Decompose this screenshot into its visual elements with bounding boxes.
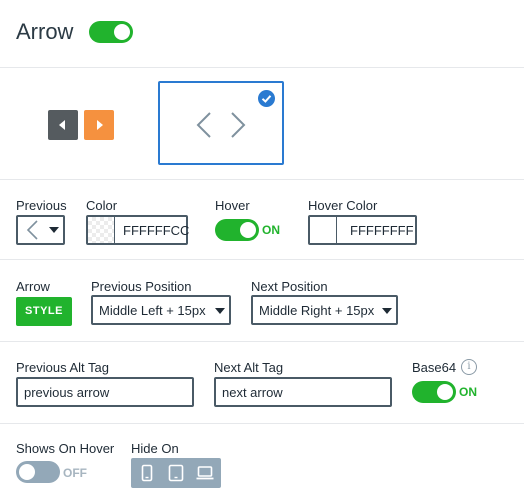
caret-right-icon xyxy=(97,120,103,130)
check-icon xyxy=(258,90,275,107)
color-value: FFFFFFCC xyxy=(123,223,190,238)
toggle-knob xyxy=(437,384,453,400)
color-input[interactable]: FFFFFFCC xyxy=(86,215,190,245)
hover-label: Hover xyxy=(215,198,250,213)
alt-tags-row: Previous Alt Tag previous arrow Next Alt… xyxy=(0,342,524,424)
arrow-label: Arrow xyxy=(16,279,50,294)
previous-position-label: Previous Position xyxy=(91,279,192,294)
base64-label: Base64 xyxy=(412,360,457,375)
previous-alt-label: Previous Alt Tag xyxy=(16,360,109,375)
color-label: Color xyxy=(86,198,118,213)
hover-color-input[interactable]: FFFFFFFF xyxy=(308,215,417,245)
chevron-down-icon xyxy=(215,308,225,314)
arrow-header: Arrow xyxy=(0,0,524,68)
arrow-position-row: Arrow Previous Position Middle Left + 15… xyxy=(0,260,524,342)
chevron-left-icon xyxy=(26,220,38,240)
toggle-knob xyxy=(240,222,256,238)
laptop-icon[interactable] xyxy=(195,463,215,483)
next-position-select[interactable]: Middle Right + 15px xyxy=(251,295,398,325)
arrow-enabled-toggle[interactable] xyxy=(89,21,133,43)
next-position-label: Next Position xyxy=(251,279,328,294)
hide-on-label: Hide On xyxy=(131,441,179,456)
previous-label: Previous xyxy=(16,198,67,213)
previous-position-value: Middle Left + 15px xyxy=(99,303,206,318)
next-alt-value: next arrow xyxy=(222,385,283,400)
hover-toggle[interactable] xyxy=(215,219,259,241)
chevron-down-icon xyxy=(49,227,59,233)
hover-color-label: Hover Color xyxy=(308,198,378,213)
previous-icon-select[interactable] xyxy=(16,215,65,245)
hover-color-swatch[interactable] xyxy=(310,217,337,243)
toggle-knob xyxy=(19,464,35,480)
arrow-style-button[interactable]: STYLE xyxy=(16,297,72,326)
shows-on-hover-state-text: OFF xyxy=(63,466,87,480)
next-position-value: Middle Right + 15px xyxy=(259,303,375,318)
arrow-colors-row: Previous Color FFFFFFCC Hover ON Hover C… xyxy=(0,180,524,260)
chevron-down-icon xyxy=(382,308,392,314)
next-alt-label: Next Alt Tag xyxy=(214,360,284,375)
previous-alt-input[interactable]: previous arrow xyxy=(16,377,194,407)
base64-toggle[interactable] xyxy=(412,381,456,403)
base64-state-text: ON xyxy=(459,385,477,399)
shows-on-hover-toggle[interactable] xyxy=(16,461,60,483)
previous-position-select[interactable]: Middle Left + 15px xyxy=(91,295,231,325)
info-icon[interactable]: i xyxy=(461,359,477,375)
tablet-icon[interactable] xyxy=(166,463,186,483)
previous-alt-value: previous arrow xyxy=(24,385,110,400)
color-swatch[interactable] xyxy=(88,217,115,243)
hover-state-text: ON xyxy=(262,223,280,237)
phone-icon[interactable] xyxy=(137,463,157,483)
next-alt-input[interactable]: next arrow xyxy=(214,377,392,407)
prev-arrow-sample[interactable] xyxy=(48,110,78,140)
shows-on-hover-label: Shows On Hover xyxy=(16,441,115,456)
next-arrow-sample[interactable] xyxy=(84,110,114,140)
hover-color-value: FFFFFFFF xyxy=(350,223,414,238)
page-title: Arrow xyxy=(16,19,74,44)
caret-left-icon xyxy=(59,120,65,130)
toggle-knob xyxy=(114,24,130,40)
hide-on-device-group xyxy=(131,458,221,488)
arrow-style-option-selected[interactable] xyxy=(158,81,284,165)
